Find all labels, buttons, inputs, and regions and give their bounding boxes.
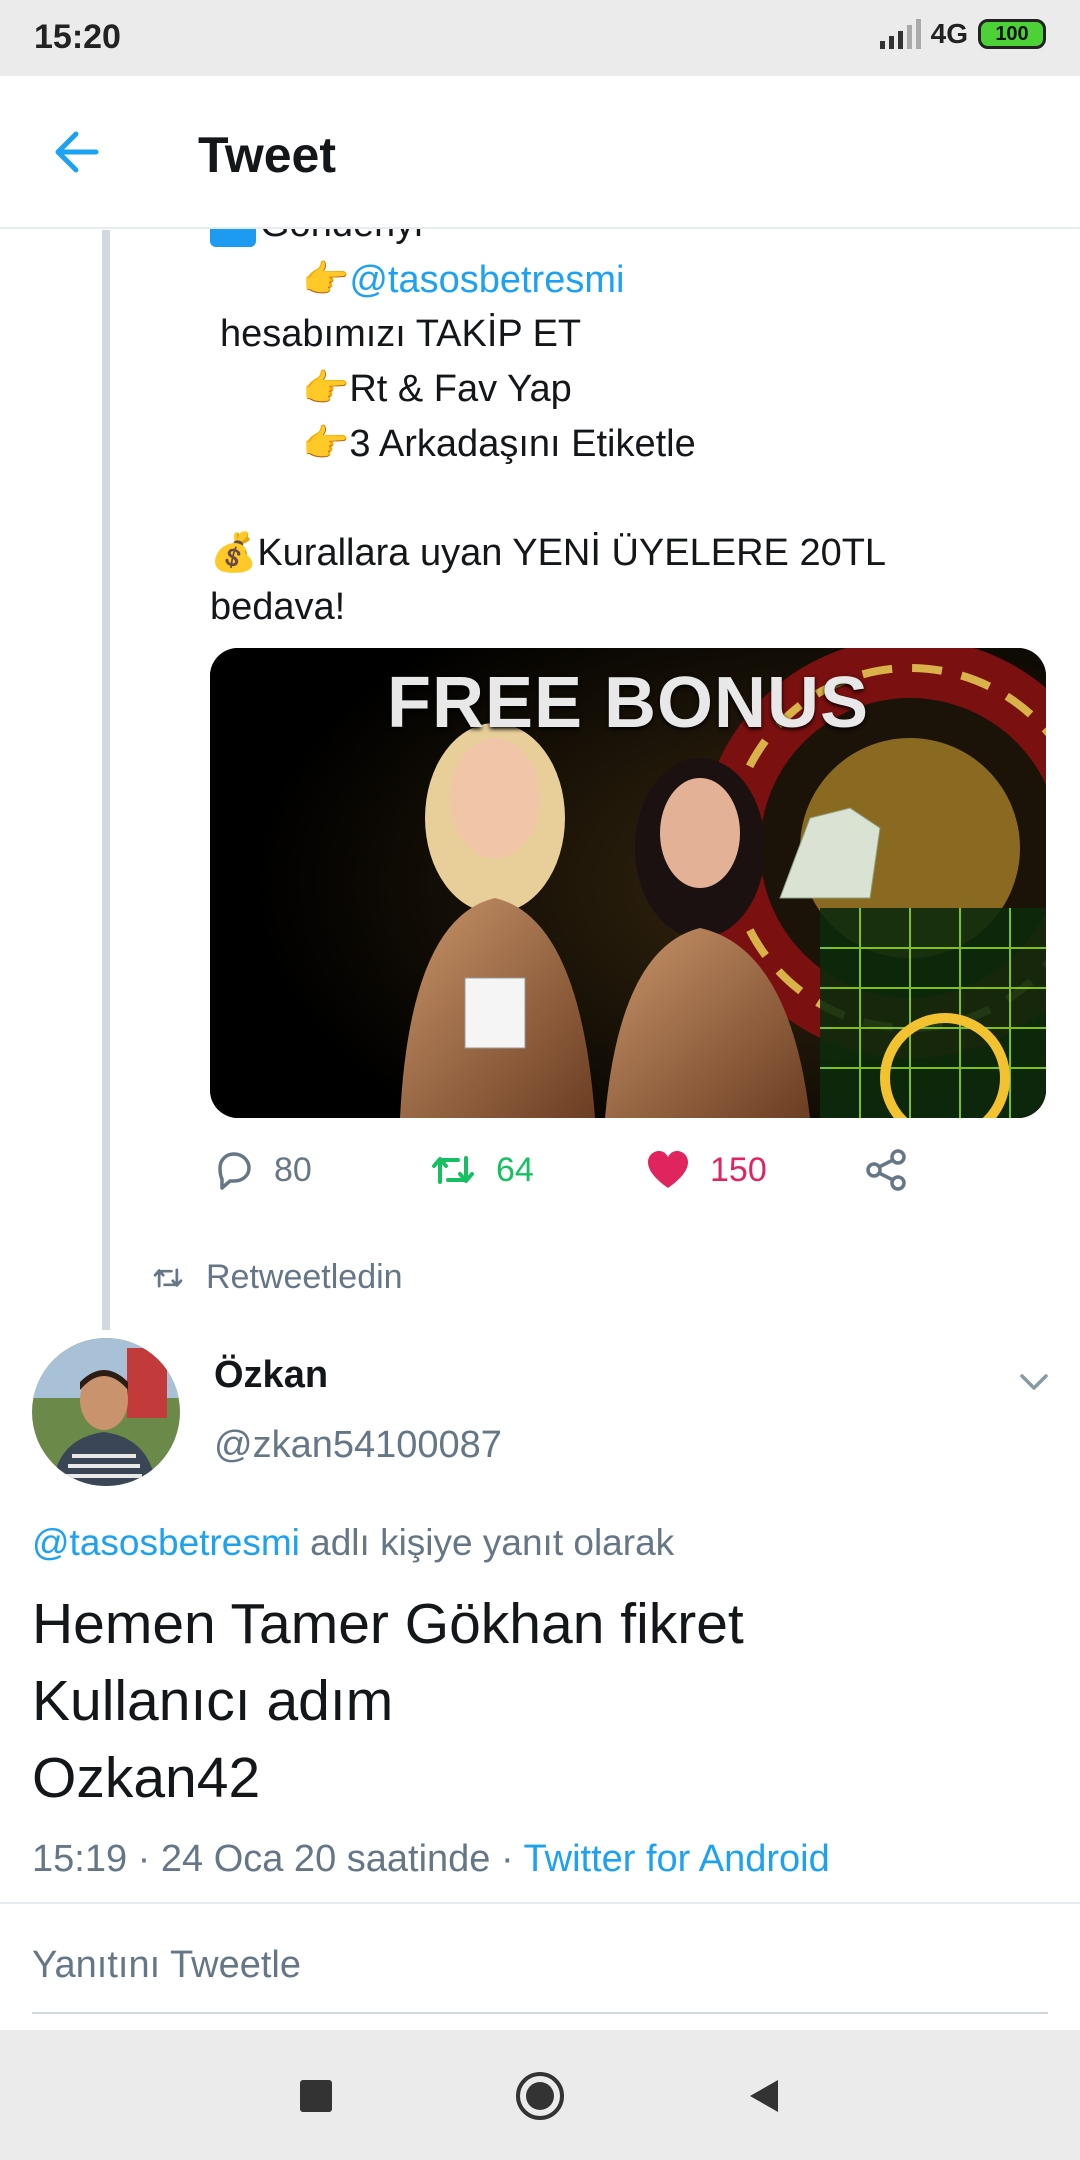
money-bag-emoji: 💰 [210, 530, 258, 574]
tweet-text: 👉@tasosbetresmi hesabımızı TAKİP ET 👉Rt … [210, 252, 1050, 634]
reply-input[interactable]: Yanıtını Tweetle [32, 1944, 301, 1987]
tweet-line: 👉Rt & Fav Yap [210, 361, 1050, 416]
status-time: 15:20 [34, 18, 121, 56]
reply-count: 80 [274, 1150, 312, 1189]
tweet-menu-button[interactable] [1012, 1362, 1056, 1402]
status-bar: 15:20 4G 100 [0, 0, 1080, 76]
tweet-line: bedava! [210, 586, 346, 628]
tweet-line-text: Kurallara uyan YENİ ÜYELERE 20TL [257, 532, 887, 574]
avatar-image [32, 1338, 180, 1486]
cut-line-text: Gönderiyi [260, 229, 423, 246]
triangle-back-icon [750, 2080, 778, 2112]
retweet-small-icon [153, 1267, 183, 1288]
retweet-button[interactable]: 64 [428, 1148, 534, 1192]
reply-line: Ozkan42 [32, 1746, 261, 1810]
retweeted-text: Retweetledin [206, 1258, 403, 1296]
like-button[interactable]: 150 [644, 1148, 767, 1192]
tweet-line: 💰Kurallara uyan YENİ ÜYELERE 20TL [210, 525, 1050, 580]
back-nav-button[interactable] [732, 2064, 796, 2128]
tweet-line-text: 3 Arkadaşını Etiketle [349, 423, 696, 465]
tweet-actions: 80 64 150 [210, 1148, 1046, 1204]
share-icon [866, 1149, 906, 1191]
tweet-line: 👉3 Arkadaşını Etiketle [210, 416, 1050, 471]
reply-context: @tasosbetresmi adlı kişiye yanıt olarak [32, 1522, 674, 1564]
reply-input-underline [32, 2012, 1048, 2014]
cut-line-wrap: Gönderiyi [210, 229, 1050, 249]
system-nav-bar [0, 2030, 1080, 2160]
reply-icon [218, 1152, 251, 1190]
arrow-left-icon [55, 131, 99, 173]
arrow-right-icon [210, 229, 256, 247]
square-icon [300, 2080, 332, 2112]
mention-link[interactable]: @tasosbetresmi [349, 259, 624, 301]
battery-level: 100 [995, 22, 1029, 45]
retweeted-label: Retweetledin [150, 1258, 403, 1297]
reply-to-mention[interactable]: @tasosbetresmi [32, 1522, 300, 1563]
share-button[interactable] [862, 1148, 910, 1192]
home-button[interactable] [508, 2064, 572, 2128]
reply-line: Kullanıcı adım [32, 1669, 394, 1733]
tweet-line: 👉@tasosbetresmi [210, 252, 1050, 307]
client-link[interactable]: Twitter for Android [524, 1838, 830, 1880]
media-title: FREE BONUS [386, 663, 870, 743]
app-header: Tweet [0, 76, 1080, 229]
reply-to-text: adlı kişiye yanıt olarak [299, 1522, 675, 1563]
retweet-icon [432, 1156, 474, 1184]
back-button[interactable] [44, 120, 108, 184]
chevron-down-icon [1020, 1374, 1048, 1390]
tweet-line: hesabımızı TAKİP ET [220, 313, 582, 355]
tweet-meta: 15:19 · 24 Oca 20 saatinde · Twitter for… [32, 1838, 830, 1881]
point-right-emoji: 👉 [302, 257, 350, 301]
like-count: 150 [710, 1150, 767, 1189]
reply-button[interactable]: 80 [212, 1148, 312, 1192]
divider [0, 1902, 1080, 1904]
heart-icon [648, 1151, 688, 1188]
display-name[interactable]: Özkan [214, 1354, 328, 1397]
user-handle[interactable]: @zkan54100087 [214, 1424, 502, 1467]
point-right-emoji: 👉 [302, 421, 350, 465]
point-right-emoji: 👉 [302, 366, 350, 410]
tweet-timestamp: 15:19 · 24 Oca 20 saatinde · [32, 1838, 524, 1880]
recents-button[interactable] [284, 2064, 348, 2128]
page-title: Tweet [198, 127, 336, 183]
battery-icon: 100 [978, 19, 1046, 49]
avatar[interactable] [32, 1338, 180, 1486]
retweet-count: 64 [496, 1150, 534, 1189]
tweet-line-text: Rt & Fav Yap [349, 368, 572, 410]
tweet-media-image[interactable]: FREE BONUS [210, 648, 1046, 1118]
circle-icon [516, 2072, 564, 2120]
reply-line: Hemen Tamer Gökhan fikret [32, 1592, 744, 1656]
signal-icon [879, 19, 921, 49]
status-icons: 4G 100 [879, 18, 1046, 50]
thread-line [102, 230, 110, 1330]
reply-tweet-text: Hemen Tamer Gökhan fikret Kullanıcı adım… [32, 1586, 1052, 1817]
network-type: 4G [930, 18, 968, 49]
